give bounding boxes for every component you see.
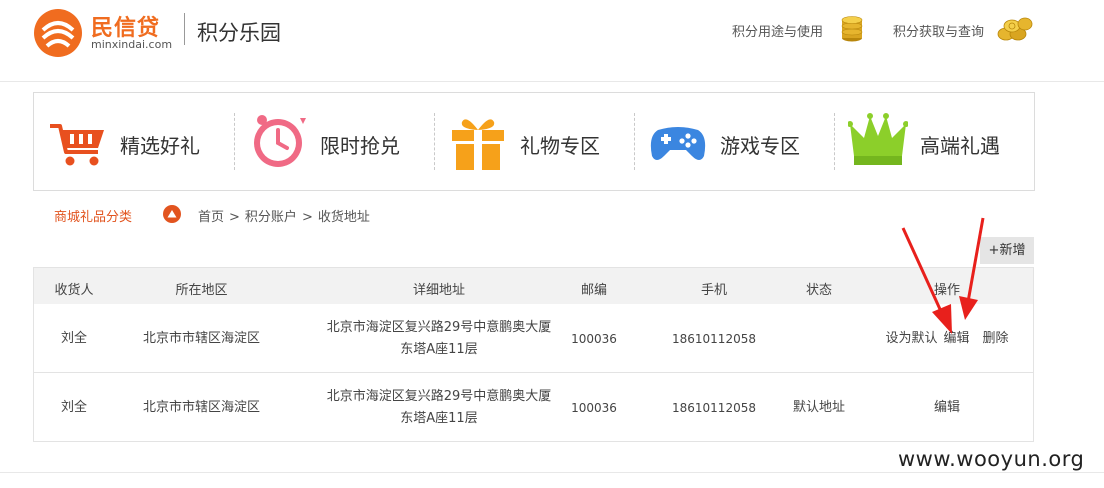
gamepad-icon <box>650 127 706 160</box>
phone-cell: 18610112058 <box>672 331 756 346</box>
triangle-up-icon[interactable] <box>163 205 181 223</box>
category-selected-gifts[interactable]: 精选好礼 <box>34 93 234 190</box>
breadcrumb-points-account[interactable]: 积分账户 <box>245 210 297 225</box>
column-header-operations: 操作 <box>933 283 960 298</box>
edit-link[interactable]: 编辑 <box>943 328 969 350</box>
address-cell: 北京市海淀区复兴路29号中意鹏奥大厦 东塔A座11层 <box>289 373 589 442</box>
coin-stack-icon <box>841 16 863 42</box>
address-line-2: 东塔A座11层 <box>400 410 478 426</box>
zip-cell: 100036 <box>571 331 617 346</box>
recipient-cell: 刘全 <box>60 399 87 415</box>
zip-cell: 100036 <box>571 400 617 415</box>
recipient-cell: 刘全 <box>60 330 87 346</box>
breadcrumb-separator: > <box>229 210 240 225</box>
header: 民信贷 minxindai.com 积分乐园 积分用途与使用 积分获取与查询 <box>0 0 1104 82</box>
add-address-button[interactable]: +新增 <box>980 237 1034 264</box>
category-game-zone[interactable]: 游戏专区 <box>634 93 834 190</box>
category-premium[interactable]: 高端礼遇 <box>834 93 1034 190</box>
status-cell: 默认地址 <box>792 399 845 415</box>
address-cell: 北京市海淀区复兴路29号中意鹏奥大厦 东塔A座11层 <box>289 304 589 373</box>
column-header-address: 详细地址 <box>412 283 465 298</box>
site-title: 积分乐园 <box>197 21 281 45</box>
footer-divider <box>0 472 1104 473</box>
column-header-phone: 手机 <box>700 283 727 298</box>
breadcrumb-separator: > <box>301 210 313 225</box>
mall-category-menu[interactable]: 商城礼品分类 <box>54 206 132 225</box>
table-header: 收货人 所在地区 详细地址 邮编 手机 状态 操作 <box>34 268 1033 304</box>
coin-pile-icon <box>997 17 1033 41</box>
category-label: 高端礼遇 <box>920 134 1000 158</box>
phone-cell: 18610112058 <box>672 400 756 415</box>
address-line-2: 东塔A座11层 <box>400 341 478 357</box>
category-gift-zone[interactable]: 礼物专区 <box>434 93 634 190</box>
breadcrumb-shipping-address: 收货地址 <box>317 210 370 225</box>
column-header-zip: 邮编 <box>580 283 607 298</box>
shopping-cart-icon <box>50 124 104 166</box>
points-usage-link[interactable]: 积分用途与使用 <box>732 21 823 40</box>
crown-icon <box>848 113 908 165</box>
category-nav: 精选好礼 限时抢兑 礼物专区 游戏专区 高端礼遇 <box>33 92 1035 191</box>
table-row: 刘全 北京市市辖区海淀区 北京市海淀区复兴路29号中意鹏奥大厦 东塔A座11层 1… <box>34 304 1033 373</box>
address-table: 收货人 所在地区 详细地址 邮编 手机 状态 操作 刘全 北京市市辖区海淀区 北… <box>33 267 1034 442</box>
address-line-1: 北京市海淀区复兴路29号中意鹏奥大厦 <box>326 388 552 404</box>
set-default-link[interactable]: 设为默认 <box>885 328 937 350</box>
column-header-status: 状态 <box>805 283 832 298</box>
delete-link[interactable]: 删除 <box>983 328 1009 350</box>
category-label: 精选好礼 <box>120 134 200 158</box>
table-row: 刘全 北京市市辖区海淀区 北京市海淀区复兴路29号中意鹏奥大厦 东塔A座11层 1… <box>34 373 1033 442</box>
region-cell: 北京市市辖区海淀区 <box>142 330 260 346</box>
operations-cell: 设为默认 编辑 删除 <box>872 304 1022 373</box>
column-header-recipient: 收货人 <box>54 283 94 298</box>
operations-cell: 编辑 <box>872 373 1022 442</box>
category-label: 游戏专区 <box>720 134 800 158</box>
breadcrumb: 首页 > 积分账户 > 收货地址 <box>198 206 370 225</box>
brand-domain: minxindai.com <box>91 38 173 51</box>
minxindai-logo[interactable] <box>33 8 83 58</box>
category-label: 礼物专区 <box>520 134 600 158</box>
gift-box-icon <box>452 119 504 170</box>
breadcrumb-home[interactable]: 首页 <box>198 210 224 225</box>
status-cell <box>774 304 864 373</box>
category-label: 限时抢兑 <box>320 134 400 158</box>
address-line-1: 北京市海淀区复兴路29号中意鹏奥大厦 <box>326 319 552 335</box>
category-flash-redeem[interactable]: 限时抢兑 <box>234 93 434 190</box>
region-cell: 北京市市辖区海淀区 <box>142 399 260 415</box>
edit-link[interactable]: 编辑 <box>934 397 960 419</box>
points-query-link[interactable]: 积分获取与查询 <box>893 21 984 40</box>
watermark-text: www.wooyun.org <box>898 447 1085 471</box>
alarm-clock-icon <box>254 115 306 167</box>
column-header-region: 所在地区 <box>175 283 228 298</box>
brand-divider <box>184 13 185 45</box>
